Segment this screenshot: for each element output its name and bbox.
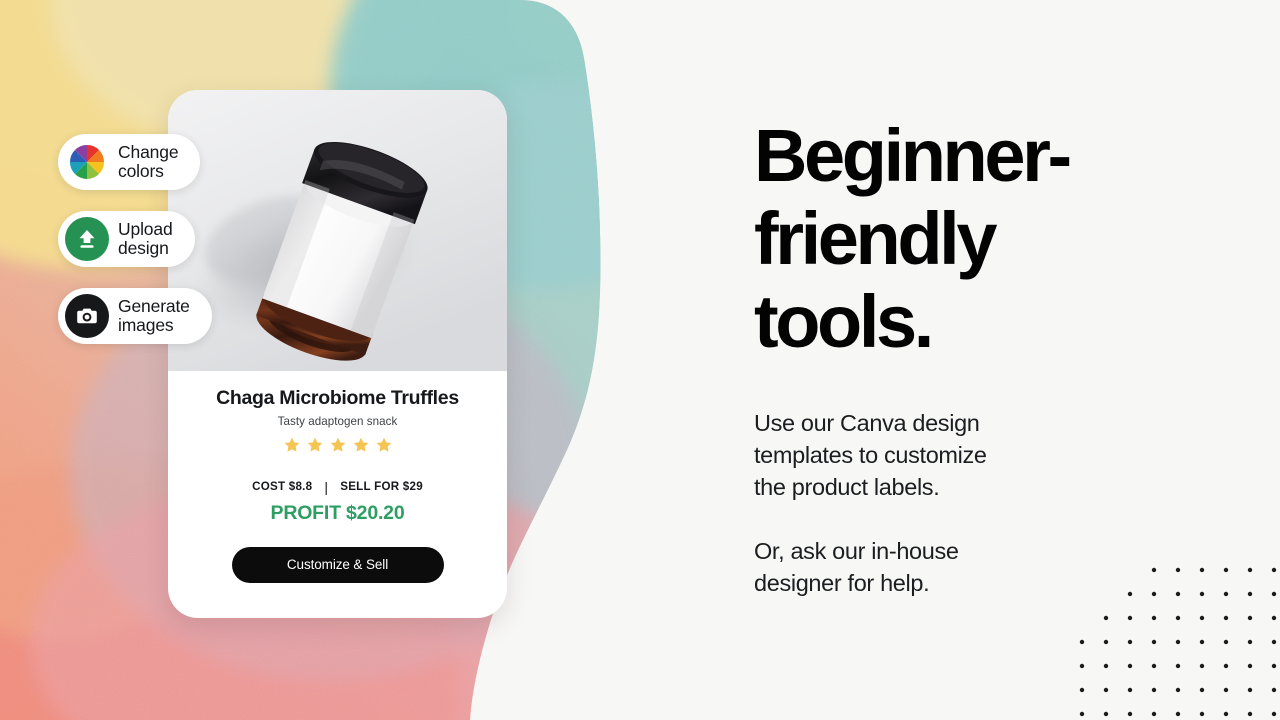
sell-price-label: SELL FOR $29 [340,480,423,493]
price-row: COST $8.8 | SELL FOR $29 [186,478,489,495]
cost-label: COST $8.8 [252,480,313,493]
star-icon [330,437,345,452]
tool-pill-upload-design[interactable]: Upload design [58,211,195,267]
product-jar-photo [168,90,507,371]
page-title: Beginner- friendly tools. [754,114,1072,363]
rating-stars [186,436,489,454]
slide-canvas: Chaga Microbiome Truffles Tasty adaptoge… [0,0,1280,720]
star-icon [284,437,299,452]
product-subtitle: Tasty adaptogen snack [277,415,398,428]
tool-pill-label: Generate images [118,295,190,335]
body-paragraph-1: Use our Canva design templates to custom… [754,410,987,500]
color-wheel-icon [65,140,109,184]
product-card: Chaga Microbiome Truffles Tasty adaptoge… [168,90,507,618]
price-divider: | [324,478,329,495]
tool-pill-generate-images[interactable]: Generate images [58,288,212,344]
profit-label: PROFIT $20.20 [270,502,405,524]
body-paragraph-2: Or, ask our in-house designer for help. [754,538,959,596]
star-icon [307,437,322,452]
camera-icon [65,294,109,338]
tool-pill-change-colors[interactable]: Change colors [58,134,201,190]
star-icon [353,437,368,452]
upload-arrow-icon [65,217,109,261]
customize-and-sell-button[interactable]: Customize & Sell [231,547,444,583]
star-icon [376,437,391,452]
right-content-pane: Beginner- friendly tools. Use our Canva … [754,0,1224,720]
product-card-body: Chaga Microbiome Truffles Tasty adaptoge… [168,371,507,583]
tool-pill-label: Change colors [118,141,179,181]
product-title: Chaga Microbiome Truffles [216,387,459,409]
tool-pill-label: Upload design [118,218,173,258]
